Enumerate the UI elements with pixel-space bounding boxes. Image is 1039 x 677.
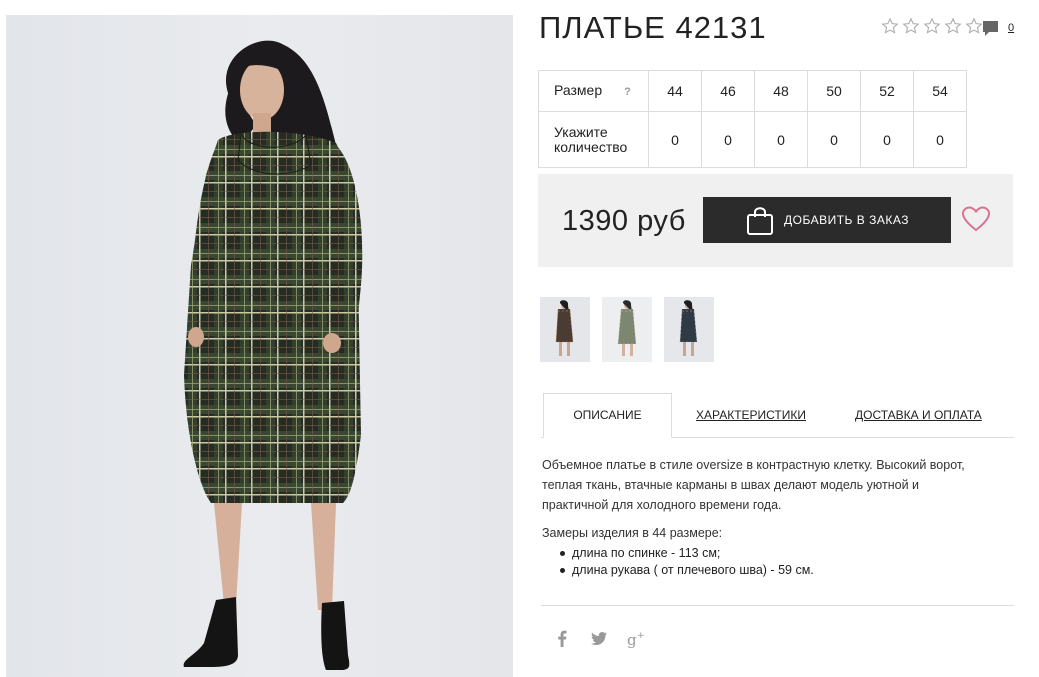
twitter-icon[interactable] [591, 632, 607, 650]
size-help-icon[interactable]: ? [624, 86, 631, 98]
measurements-list: длина по спинке - 113 см; длина рукава (… [560, 545, 814, 579]
shopping-bag-icon [746, 206, 774, 239]
divider [541, 605, 1014, 606]
list-item: длина рукава ( от плечевого шва) - 59 см… [560, 562, 814, 579]
star-icon[interactable] [902, 17, 920, 35]
purchase-panel: 1390 руб ДОБАВИТЬ В ЗАКАЗ [538, 174, 1013, 267]
quantity-input[interactable]: 0 [701, 111, 755, 168]
quantity-label-line1: Укажите [554, 123, 608, 140]
heart-icon[interactable] [961, 206, 991, 237]
star-icon[interactable] [881, 17, 899, 35]
model-in-plaid-dress-image [183, 40, 363, 670]
product-title: ПЛАТЬЕ 42131 [539, 10, 767, 45]
description-line: практичной для холодного времени года. [542, 498, 782, 512]
star-icon[interactable] [923, 17, 941, 35]
size-label: Размер [554, 81, 603, 98]
quantity-input[interactable]: 0 [754, 111, 808, 168]
quantity-label-cell: Укажите количество [538, 111, 649, 168]
star-rating[interactable] [881, 17, 983, 35]
svg-text:g: g [627, 631, 637, 648]
svg-text:+: + [637, 631, 645, 641]
star-icon[interactable] [965, 17, 983, 35]
comments-count[interactable]: 0 [1008, 21, 1014, 35]
quantity-label-line2: количество [554, 138, 628, 155]
size-label-cell: Размер? [538, 70, 649, 112]
main-product-photo[interactable] [6, 15, 513, 677]
list-item: длина по спинке - 113 см; [560, 545, 814, 562]
size-cell: 44 [648, 70, 702, 112]
star-icon[interactable] [944, 17, 962, 35]
quantity-input[interactable]: 0 [913, 111, 967, 168]
product-description: Объемное платье в стиле oversize в контр… [542, 455, 1002, 515]
size-row: Размер? 44 46 48 50 52 54 [538, 70, 967, 112]
tab-delivery-payment[interactable]: ДОСТАВКА И ОПЛАТА [855, 408, 982, 422]
price: 1390 руб [562, 205, 686, 237]
size-cell: 50 [807, 70, 861, 112]
size-quantity-table: Размер? 44 46 48 50 52 54 Укажите количес… [538, 70, 967, 168]
google-plus-icon[interactable]: g + [627, 630, 647, 653]
size-cell: 52 [860, 70, 914, 112]
measurements-title: Замеры изделия в 44 размере: [542, 526, 723, 540]
description-line: Объемное платье в стиле oversize в контр… [542, 458, 965, 472]
add-to-order-label: ДОБАВИТЬ В ЗАКАЗ [784, 213, 909, 227]
description-line: теплая ткань, втачные карманы в швах дел… [542, 478, 920, 492]
thumbnail-image[interactable] [540, 297, 590, 362]
comment-bubble-icon [982, 20, 999, 42]
comments-link[interactable]: 0 [982, 20, 1014, 42]
thumbnail-image[interactable] [602, 297, 652, 362]
add-to-order-button[interactable]: ДОБАВИТЬ В ЗАКАЗ [703, 197, 951, 243]
quantity-input[interactable]: 0 [648, 111, 702, 168]
thumbnail-image[interactable] [664, 297, 714, 362]
quantity-input[interactable]: 0 [860, 111, 914, 168]
tab-description[interactable]: ОПИСАНИЕ [543, 393, 672, 438]
quantity-input[interactable]: 0 [807, 111, 861, 168]
size-cell: 54 [913, 70, 967, 112]
quantity-row: Укажите количество 0 0 0 0 0 0 [538, 111, 967, 168]
facebook-icon[interactable] [557, 630, 567, 652]
size-cell: 48 [754, 70, 808, 112]
size-cell: 46 [701, 70, 755, 112]
tab-characteristics[interactable]: ХАРАКТЕРИСТИКИ [696, 408, 806, 422]
